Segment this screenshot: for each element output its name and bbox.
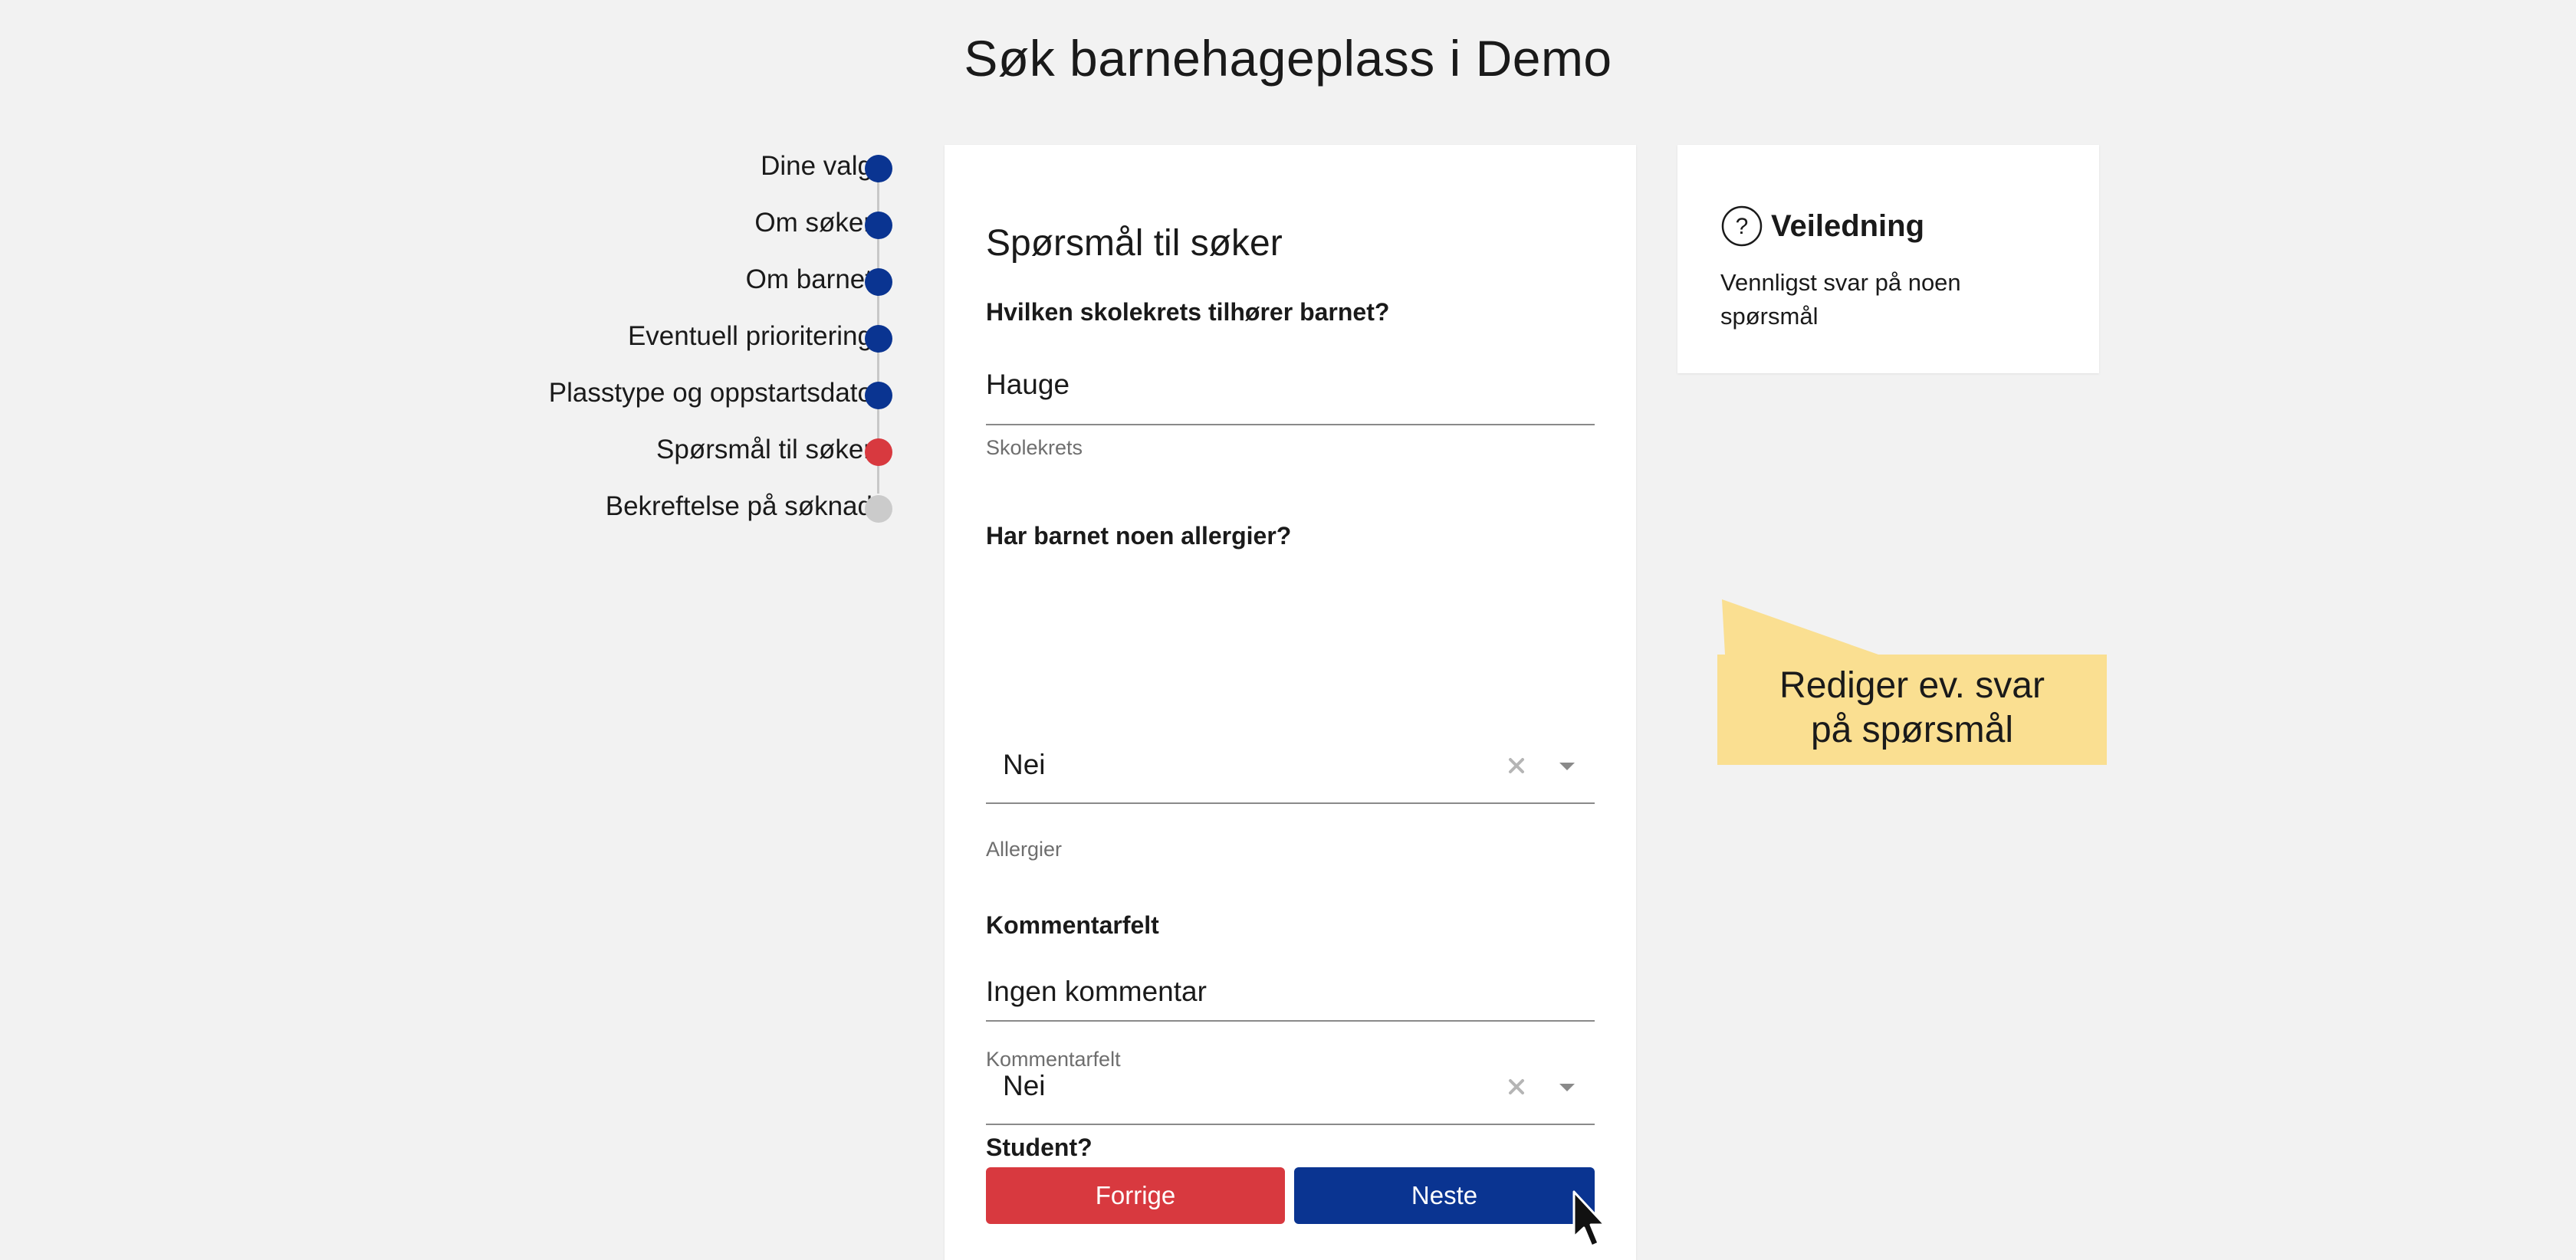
- previous-button[interactable]: Forrige: [986, 1167, 1285, 1224]
- page-title: Søk barnehageplass i Demo: [964, 30, 1612, 87]
- comment-input[interactable]: Ingen kommentar: [986, 976, 1595, 1022]
- form-heading: Spørsmål til søker: [986, 223, 1283, 264]
- page: Søk barnehageplass i Demo Dine valg Om s…: [0, 0, 2576, 1260]
- guidance-text: Vennligst svar på noen spørsmål: [1720, 269, 1961, 330]
- clear-icon[interactable]: [1501, 750, 1532, 781]
- mouse-cursor-icon: [1572, 1190, 1606, 1248]
- clear-icon[interactable]: [1501, 1071, 1532, 1102]
- allergies-question: Har barnet noen allergier?: [986, 522, 1292, 550]
- school-input[interactable]: Hauge: [986, 369, 1595, 425]
- step-done-dot: [865, 155, 892, 182]
- step-om-soker[interactable]: Om søker: [429, 195, 905, 251]
- allergies-select-value: Nei: [1003, 749, 1046, 780]
- student-question: Student?: [986, 1134, 1092, 1161]
- step-om-barnet[interactable]: Om barnet: [429, 251, 905, 308]
- chevron-down-icon[interactable]: [1553, 752, 1581, 779]
- progress-stepper: Dine valg Om søker Om barnet Eventuell p…: [429, 138, 905, 535]
- step-sporsmal-til-soker[interactable]: Spørsmål til søker: [429, 422, 905, 478]
- step-label: Om søker: [754, 208, 872, 238]
- callout-line-2: på spørsmål: [1810, 710, 2014, 750]
- school-input-value: Hauge: [986, 369, 1070, 400]
- step-plasstype[interactable]: Plasstype og oppstartsdato: [429, 365, 905, 422]
- school-helper: Skolekrets: [986, 436, 1083, 459]
- step-current-dot: [865, 438, 892, 466]
- step-bekreftelse: Bekreftelse på søknad: [429, 478, 905, 535]
- step-label: Om barnet: [745, 264, 872, 294]
- step-label: Bekreftelse på søknad: [605, 491, 872, 521]
- step-label: Dine valg: [761, 151, 872, 181]
- step-eventuell-prioritering[interactable]: Eventuell prioritering: [429, 308, 905, 365]
- step-done-dot: [865, 325, 892, 353]
- school-question: Hvilken skolekrets tilhører barnet?: [986, 298, 1390, 326]
- callout-text: Rediger ev. svar på spørsmål: [1717, 664, 2107, 753]
- step-dine-valg[interactable]: Dine valg: [429, 138, 905, 195]
- guidance-card: ? Veiledning Vennligst svar på noen spør…: [1677, 145, 2099, 373]
- step-done-dot: [865, 268, 892, 296]
- allergies-select-inner[interactable]: Nei: [986, 730, 1595, 804]
- question-mark-icon: ?: [1721, 205, 1763, 247]
- student-select[interactable]: Nei: [986, 1052, 1595, 1125]
- step-label: Plasstype og oppstartsdato: [548, 378, 872, 408]
- allergies-helper: Allergier: [986, 838, 1063, 861]
- comment-input-value: Ingen kommentar: [986, 976, 1207, 1007]
- step-label: Eventuell prioritering: [627, 321, 872, 351]
- callout-tooltip: Rediger ev. svar på spørsmål: [1717, 599, 2107, 765]
- student-select-value: Nei: [1003, 1070, 1046, 1101]
- comment-question: Kommentarfelt: [986, 911, 1159, 939]
- chevron-down-icon[interactable]: [1553, 1073, 1581, 1101]
- svg-text:?: ?: [1736, 214, 1749, 239]
- step-done-dot: [865, 212, 892, 239]
- next-button[interactable]: Neste: [1294, 1167, 1595, 1224]
- guidance-header: ? Veiledning: [1720, 205, 1924, 248]
- student-block: Nei: [986, 1052, 1595, 1128]
- callout-line-1: Rediger ev. svar: [1779, 665, 2045, 706]
- guidance-title: Veiledning: [1771, 208, 1925, 243]
- step-pending-dot: [865, 495, 892, 523]
- step-done-dot: [865, 382, 892, 409]
- step-label: Spørsmål til søker: [656, 435, 872, 464]
